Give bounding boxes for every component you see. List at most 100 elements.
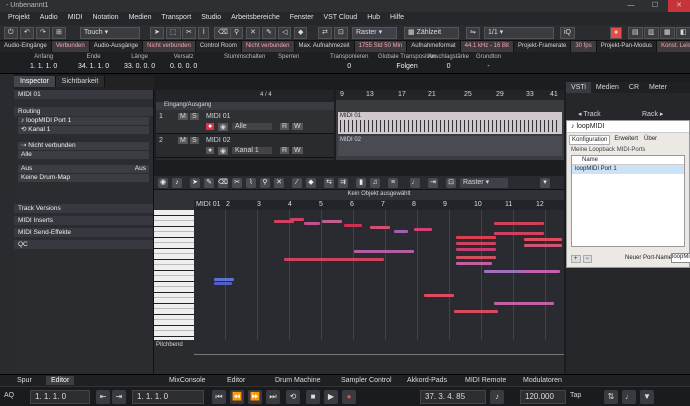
write-button[interactable]: W <box>292 147 303 154</box>
midi-note[interactable] <box>414 228 432 231</box>
tab-media[interactable]: Medien <box>591 82 624 93</box>
lower-zone-tab[interactable]: MIDI Remote <box>460 376 511 385</box>
lower-zone-tab[interactable]: Spur <box>12 376 37 385</box>
zoom-icon[interactable]: ⚲ <box>260 178 270 188</box>
track-input-select[interactable]: Kanal 1 <box>232 147 272 154</box>
midi-note[interactable] <box>214 278 234 281</box>
add-port-button[interactable]: + <box>571 255 581 263</box>
aq-label[interactable]: AQ <box>4 392 14 399</box>
tab-visibility[interactable]: Sichtbarkeit <box>55 76 106 87</box>
tab-about[interactable]: Über <box>642 135 659 145</box>
piano-keyboard[interactable] <box>154 210 194 340</box>
lower-zone-tab[interactable]: Editor <box>46 376 75 385</box>
port-item[interactable]: loopMIDI Port 1 <box>572 165 684 174</box>
step-input-icon[interactable]: ⇥ <box>428 178 438 188</box>
redo-icon[interactable]: ↷ <box>36 27 50 39</box>
editor-close-icon[interactable]: ▾ <box>540 178 550 188</box>
midi-note[interactable] <box>456 248 496 251</box>
project-ruler[interactable]: 9 13 17 21 25 29 33 41 <box>336 90 564 100</box>
left-locator[interactable]: 1. 1. 1. 0 <box>30 390 90 404</box>
snap-icon[interactable]: ⊡ <box>446 178 456 188</box>
midi-output-select[interactable]: ⇢ Nicht verbunden <box>18 142 149 150</box>
midi-note[interactable] <box>524 244 562 247</box>
midi-note[interactable] <box>484 270 524 273</box>
tap-button[interactable]: Tap <box>570 392 581 399</box>
info-cell[interactable]: Sperren <box>278 54 299 63</box>
controller-lane[interactable]: Pitchbend <box>154 340 564 374</box>
window-layout-icon[interactable]: ◧ <box>676 27 690 39</box>
menu-item[interactable]: Hilfe <box>390 14 404 23</box>
midi-note[interactable] <box>214 282 232 285</box>
feedback-icon[interactable]: ♪ <box>172 178 182 188</box>
tab-advanced[interactable]: Erweitert <box>612 135 640 145</box>
midi-channel-select[interactable]: ⟲ Kanal 1 <box>18 126 149 134</box>
constrain-icon[interactable]: ⊞ <box>52 27 66 39</box>
monitor-button[interactable]: ◉ <box>218 123 229 131</box>
midi-note[interactable] <box>370 226 390 229</box>
chord-icon[interactable]: ♫ <box>370 178 380 188</box>
midi-part-1[interactable]: MIDI 01 <box>338 112 562 134</box>
lower-zone-tab[interactable]: Sampler Control <box>336 376 397 385</box>
remove-port-button[interactable]: − <box>582 255 593 263</box>
forward-icon[interactable]: ⏩ <box>248 390 262 404</box>
info-cell[interactable]: Anfang 1. 1. 1. 0 <box>30 54 57 70</box>
read-button[interactable]: R <box>280 123 290 130</box>
erase-icon[interactable]: ⌫ <box>218 178 228 188</box>
midi-input-select[interactable]: ♪ loopMIDI Port 1 <box>18 117 149 125</box>
midi-note[interactable] <box>284 258 384 261</box>
line-tool-icon[interactable]: ⁄ <box>292 178 302 188</box>
editor-snap-select[interactable]: Raster ▾ <box>460 178 508 188</box>
play-icon[interactable]: ▶ <box>324 390 338 404</box>
info-cell[interactable]: Anschlagstärke 0 <box>428 54 469 70</box>
snap-toggle-icon[interactable]: ⇄ <box>318 27 332 39</box>
menu-item[interactable]: Hub <box>367 14 380 23</box>
activate-project-button[interactable]: ⏻ <box>4 27 18 39</box>
undo-icon[interactable]: ↶ <box>20 27 34 39</box>
info-cell[interactable]: Ende 34. 1. 1. 0 <box>78 54 109 70</box>
menu-item[interactable]: Studio <box>201 14 221 23</box>
minimize-icon[interactable]: — <box>620 0 642 12</box>
record-enable-button[interactable]: ● <box>206 123 215 130</box>
read-button[interactable]: R <box>280 147 290 154</box>
ports-list[interactable]: Name loopMIDI Port 1 <box>571 155 685 247</box>
lane-label[interactable]: Pitchbend <box>156 342 183 348</box>
routing-section[interactable]: Routing <box>14 107 153 116</box>
midi-note[interactable] <box>456 256 496 259</box>
solo-editor-icon[interactable]: ◉ <box>158 178 168 188</box>
menu-item[interactable]: VST Cloud <box>323 14 357 23</box>
trim-icon[interactable]: ✂ <box>232 178 242 188</box>
rewind-icon[interactable]: ⏪ <box>230 390 244 404</box>
punch-in-icon[interactable]: ⇤ <box>96 390 110 404</box>
menu-item[interactable]: Audio <box>40 14 58 23</box>
iq-icon[interactable]: iQ <box>560 27 575 39</box>
quantize-icon[interactable]: ⇋ <box>466 27 480 39</box>
color-icon[interactable]: ◆ <box>294 27 308 39</box>
panel-icon[interactable]: ▦ <box>660 27 675 39</box>
info-cell[interactable]: Transponieren 0 <box>330 54 368 70</box>
split-icon[interactable]: ✂ <box>182 27 196 39</box>
menu-item[interactable]: Medien <box>129 14 152 23</box>
tempo-field[interactable]: 120.000 <box>520 390 566 404</box>
program-select[interactable]: Aus Aus <box>18 165 149 173</box>
menu-item[interactable]: Fenster <box>290 14 314 23</box>
insert-velocity-icon[interactable]: ▮ <box>356 178 366 188</box>
tab-control-room[interactable]: CR <box>624 82 644 93</box>
info-cell[interactable]: Stummschalten <box>224 54 265 63</box>
range-icon[interactable]: ⬚ <box>166 27 181 39</box>
marker-icon[interactable]: ▼ <box>640 390 654 404</box>
midi-note[interactable] <box>424 294 454 297</box>
midi-note[interactable] <box>494 222 544 225</box>
midi-note[interactable] <box>290 218 304 221</box>
track-midi-02[interactable]: 2 M S MIDI 02 ● ◉ Kanal 1 R W <box>156 134 334 158</box>
write-button[interactable]: W <box>292 123 303 130</box>
zoom-icon[interactable]: ⚲ <box>230 27 244 39</box>
tab-configuration[interactable]: Konfiguration <box>569 135 611 145</box>
snap-mode-icon[interactable]: ⊡ <box>334 27 348 39</box>
layout-icon[interactable]: ▥ <box>644 27 659 39</box>
view-icon[interactable]: ▤ <box>628 27 643 39</box>
punch-out-icon[interactable]: ⇥ <box>112 390 126 404</box>
tab-inspector[interactable]: Inspector <box>14 76 56 87</box>
qc-section[interactable]: QC <box>14 240 153 249</box>
close-icon[interactable]: ✕ <box>668 0 690 12</box>
lower-zone-tab[interactable]: MixConsole <box>164 376 211 385</box>
